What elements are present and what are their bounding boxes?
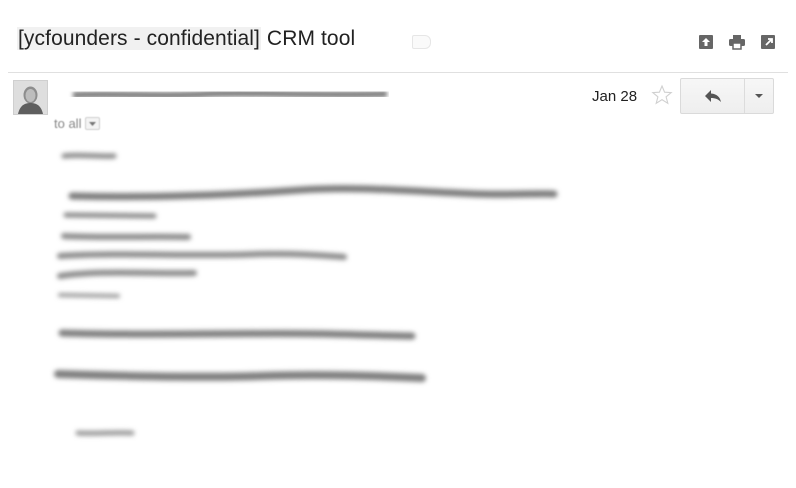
recipients-line: to all	[54, 116, 101, 131]
redacted-line	[68, 185, 558, 201]
important-marker-icon[interactable]	[412, 35, 431, 49]
subject-text: CRM tool	[261, 27, 356, 50]
redacted-line	[63, 212, 157, 219]
avatar-photo	[14, 81, 47, 114]
redacted-line	[61, 152, 117, 159]
recipients-label: to all	[54, 116, 82, 131]
header-divider	[8, 72, 788, 73]
redacted-line	[57, 250, 347, 260]
star-icon[interactable]	[651, 84, 673, 106]
redacted-line	[58, 293, 120, 298]
thread-actions	[697, 34, 777, 50]
redacted-line	[54, 370, 426, 382]
redacted-line	[75, 430, 135, 436]
reply-icon	[704, 90, 721, 102]
recipients-details-toggle[interactable]	[85, 117, 101, 130]
more-options-button[interactable]	[745, 79, 773, 113]
redacted-line	[61, 233, 191, 240]
new-window-icon[interactable]	[759, 34, 777, 50]
thread-header: [ycfounders - confidential] CRM tool	[0, 0, 796, 72]
subject-label-tag[interactable]: [ycfounders - confidential]	[17, 27, 261, 50]
archive-icon[interactable]	[697, 34, 715, 50]
reply-button-group	[680, 78, 774, 114]
reply-button[interactable]	[681, 79, 745, 113]
sender-avatar[interactable]	[13, 80, 48, 115]
print-icon[interactable]	[728, 34, 746, 50]
redacted-line	[58, 329, 416, 340]
redacted-line	[57, 269, 197, 279]
message-body-redacted	[54, 152, 558, 436]
sender-name-redacted	[59, 90, 388, 99]
message-date: Jan 28	[592, 88, 638, 105]
chevron-down-icon	[755, 94, 763, 98]
thread-subject: [ycfounders - confidential] CRM tool	[17, 27, 355, 51]
chevron-down-icon	[89, 121, 97, 126]
